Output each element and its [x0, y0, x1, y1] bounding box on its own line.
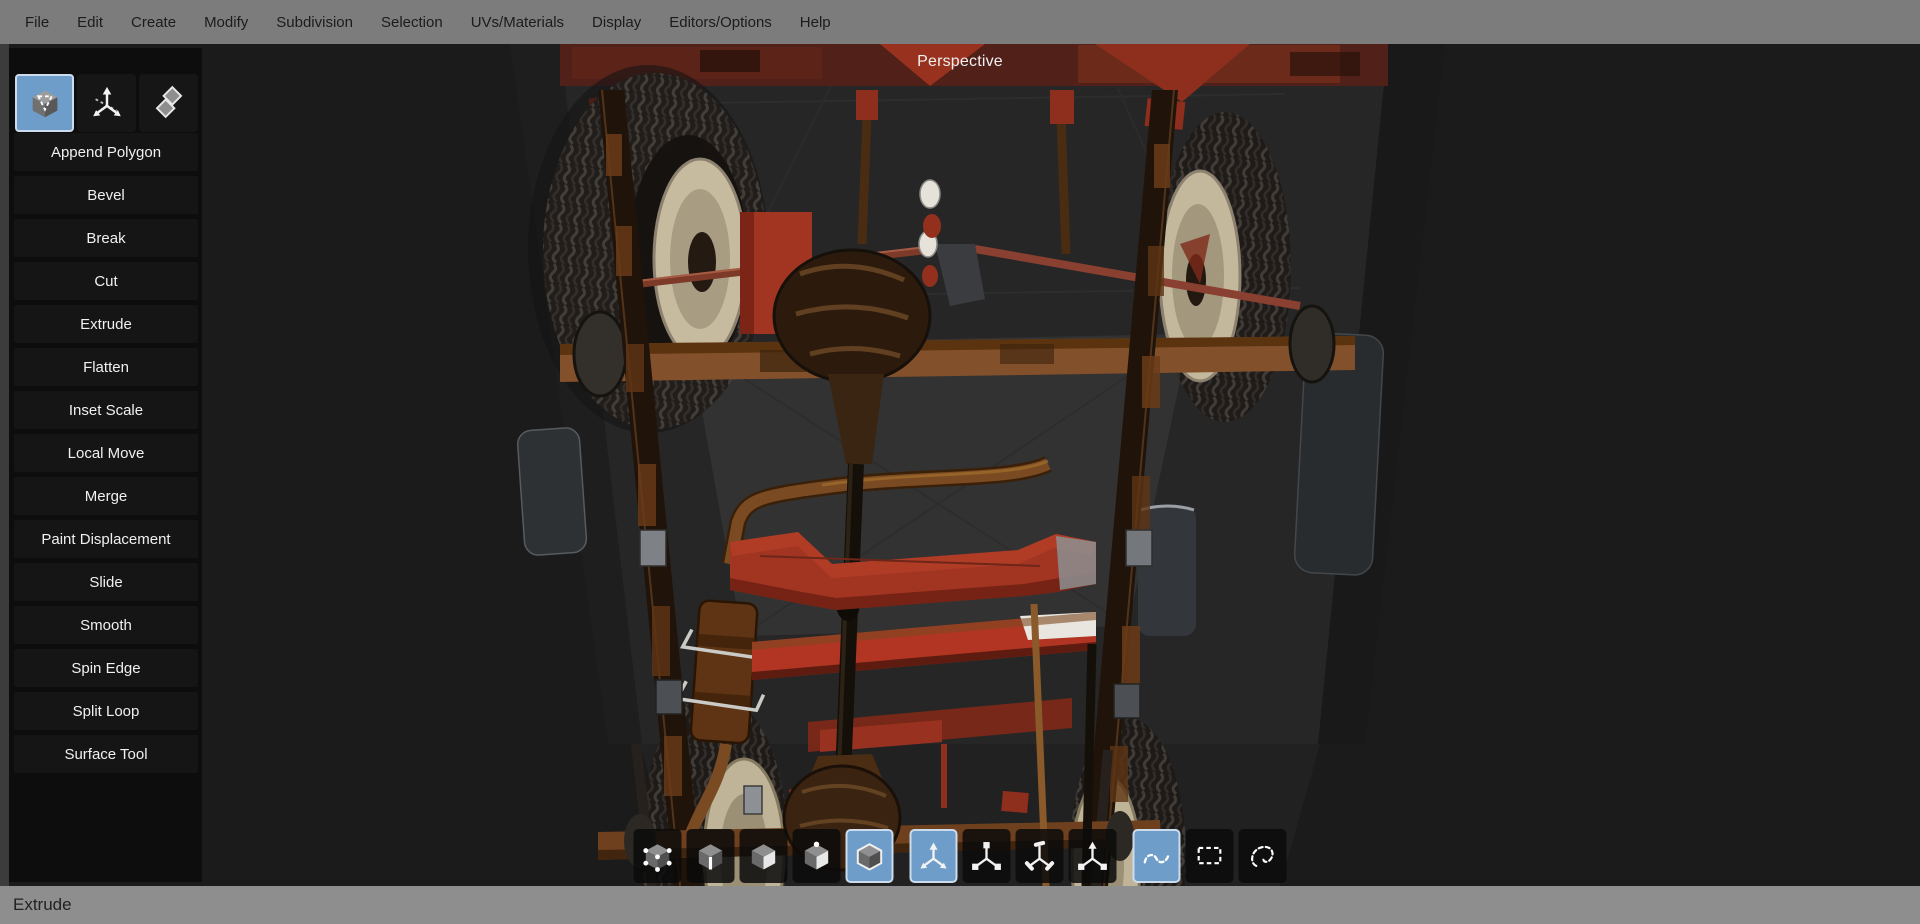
- menu-edit[interactable]: Edit: [63, 14, 117, 31]
- manipulator-icon: [92, 86, 121, 117]
- rect-select-button[interactable]: [1185, 829, 1234, 883]
- multi-mode-icon: [804, 841, 829, 870]
- menu-file[interactable]: File: [11, 14, 63, 31]
- rotate-tool-button[interactable]: [1015, 829, 1064, 883]
- rect-select-icon: [1197, 846, 1222, 865]
- tool-extrude[interactable]: Extrude: [14, 305, 198, 343]
- tile-tools-mode-button[interactable]: [139, 74, 198, 132]
- menu-modify[interactable]: Modify: [190, 14, 262, 31]
- poly-cube-icon: [32, 90, 57, 118]
- menu-display[interactable]: Display: [578, 14, 655, 31]
- face-mode-icon: [751, 844, 776, 870]
- tool-paint-displacement[interactable]: Paint Displacement: [14, 520, 198, 558]
- selection-modes-group: [633, 829, 894, 883]
- menu-bar: File Edit Create Modify Subdivision Selection…: [0, 0, 1920, 44]
- tool-side-panel: Append Polygon Bevel Break Cut Extrude Flatte…: [9, 48, 202, 882]
- tool-inset-scale[interactable]: Inset Scale: [14, 391, 198, 429]
- paint-select-button[interactable]: [1132, 829, 1181, 883]
- scale-tool-button[interactable]: [962, 829, 1011, 883]
- vertex-mode-button[interactable]: [633, 829, 682, 883]
- tool-slide[interactable]: Slide: [14, 563, 198, 601]
- edge-mode-button[interactable]: [686, 829, 735, 883]
- select-region-tools-group: [1132, 829, 1287, 883]
- tool-local-move[interactable]: Local Move: [14, 434, 198, 472]
- scale-tool-icon: [972, 842, 1001, 870]
- tiles-icon: [155, 85, 182, 119]
- face-mode-button[interactable]: [739, 829, 788, 883]
- left-edge-strip: [0, 44, 9, 886]
- multi-mode-button[interactable]: [792, 829, 841, 883]
- viewport-3d[interactable]: Perspective: [0, 44, 1920, 886]
- tool-bevel[interactable]: Bevel: [14, 176, 198, 214]
- tool-surface-tool[interactable]: Surface Tool: [14, 735, 198, 773]
- manipulator-tools-mode-button[interactable]: [77, 74, 136, 132]
- move-tool-icon: [920, 842, 947, 869]
- viewport-label: Perspective: [917, 53, 1003, 70]
- menu-subdivision[interactable]: Subdivision: [262, 14, 367, 31]
- vertex-mode-icon: [643, 844, 672, 872]
- bottom-toolbar: [633, 829, 1287, 883]
- universal-tool-icon: [1078, 841, 1107, 870]
- tool-append-polygon[interactable]: Append Polygon: [14, 133, 198, 171]
- manipulator-tools-group: [909, 829, 1117, 883]
- universal-tool-button[interactable]: [1068, 829, 1117, 883]
- object-mode-icon: [856, 843, 883, 871]
- polygon-tools-mode-button[interactable]: [15, 74, 74, 132]
- edge-mode-icon: [698, 844, 723, 870]
- status-text: Extrude: [13, 895, 72, 914]
- lasso-select-button[interactable]: [1238, 829, 1287, 883]
- tool-cut[interactable]: Cut: [14, 262, 198, 300]
- paint-select-icon: [1143, 853, 1170, 864]
- menu-help[interactable]: Help: [786, 14, 845, 31]
- app-window: File Edit Create Modify Subdivision Selection…: [0, 0, 1920, 924]
- menu-create[interactable]: Create: [117, 14, 190, 31]
- tool-spin-edge[interactable]: Spin Edge: [14, 649, 198, 687]
- lasso-select-icon: [1251, 845, 1274, 867]
- tool-flatten[interactable]: Flatten: [14, 348, 198, 386]
- tool-break[interactable]: Break: [14, 219, 198, 257]
- truck-chassis-model: [0, 44, 1920, 886]
- menu-editors-options[interactable]: Editors/Options: [655, 14, 786, 31]
- menu-selection[interactable]: Selection: [367, 14, 457, 31]
- menu-uvs-materials[interactable]: UVs/Materials: [457, 14, 578, 31]
- rotate-tool-icon: [1024, 840, 1055, 871]
- move-tool-button[interactable]: [909, 829, 958, 883]
- mode-button-row: [15, 74, 198, 132]
- tool-merge[interactable]: Merge: [14, 477, 198, 515]
- tool-split-loop[interactable]: Split Loop: [14, 692, 198, 730]
- tool-smooth[interactable]: Smooth: [14, 606, 198, 644]
- object-mode-button[interactable]: [845, 829, 894, 883]
- tool-button-list: Append Polygon Bevel Break Cut Extrude Flatte…: [14, 133, 198, 773]
- status-bar: Extrude: [0, 886, 1920, 924]
